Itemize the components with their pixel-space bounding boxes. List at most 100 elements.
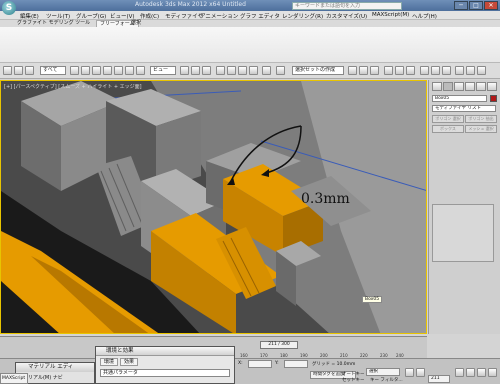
rendered-frame-window-icon[interactable] — [431, 66, 440, 75]
minimize-button[interactable]: ─ — [454, 1, 468, 10]
help-search-input[interactable]: キーワードまたは語句を入力 — [292, 2, 402, 10]
material-editor-title[interactable]: マテリアル エディ — [16, 363, 94, 372]
redo-icon[interactable] — [14, 66, 23, 75]
command-panel: Box05 モディファイヤ リスト ポリゴン 選択 ポリゴン 抽出 ボックス メ… — [428, 80, 500, 334]
menu-bar: 編集(E) ツール(T) グループ(G) ビュー(V) 作成(C) モディファイ… — [0, 11, 500, 20]
previous-frame-icon[interactable] — [416, 368, 425, 377]
window-title: Autodesk 3ds Max 2012 x64 Untitled — [135, 1, 246, 8]
ribbon-tabs: グラファイト モデリング ツール フリーフォーム 選択 — [0, 20, 500, 27]
undo-icon[interactable] — [3, 66, 12, 75]
time-slider[interactable]: 211 / 300 — [260, 341, 298, 349]
rectangle-selection-icon[interactable] — [92, 66, 101, 75]
key-filters-button[interactable]: キー フィルタ... — [370, 377, 403, 383]
layer-manager-icon[interactable] — [359, 66, 368, 75]
spinner-snap-icon[interactable] — [249, 66, 258, 75]
curve-editor-icon[interactable] — [384, 66, 393, 75]
object-name-field[interactable]: Box05 — [432, 95, 487, 102]
environment-effects-dialog[interactable]: 環境と効果 環境 効果 共通パラメータ — [95, 346, 235, 384]
render-iterative-icon[interactable] — [455, 66, 464, 75]
menu-tools[interactable]: ツール(T) — [46, 12, 70, 20]
menu-help[interactable]: ヘルプ(H) — [412, 12, 437, 20]
maximize-viewport-icon[interactable] — [488, 368, 497, 377]
environment-dialog-title[interactable]: 環境と効果 — [96, 347, 234, 356]
x-coord-field[interactable] — [248, 360, 272, 368]
goto-start-icon[interactable] — [405, 368, 414, 377]
menu-rendering[interactable]: レンダリング(R) — [282, 12, 323, 20]
angle-snap-icon[interactable] — [227, 66, 236, 75]
graphite-toggle-icon[interactable] — [370, 66, 379, 75]
hierarchy-tab-icon[interactable] — [454, 82, 464, 91]
menu-edit[interactable]: 編集(E) — [20, 12, 39, 20]
mod-button-mesh-select[interactable]: メッシュ 選択 — [465, 125, 497, 133]
align-icon[interactable] — [348, 66, 357, 75]
select-rotate-icon[interactable] — [125, 66, 134, 75]
menu-view[interactable]: ビュー(V) — [110, 12, 135, 20]
menu-graph-editors[interactable]: グラフ エディタ — [240, 12, 280, 20]
common-parameters-rollout[interactable]: 共通パラメータ — [100, 369, 230, 377]
link-icon[interactable] — [25, 66, 34, 75]
select-by-name-icon[interactable] — [81, 66, 90, 75]
menu-group[interactable]: グループ(G) — [76, 12, 106, 20]
mod-button-poly-select[interactable]: ポリゴン 選択 — [432, 115, 464, 123]
grid-size-label: グリッド = 10.0mm — [312, 362, 356, 367]
tab-graphite-modeling[interactable]: グラファイト モデリング ツール — [14, 20, 93, 27]
select-scale-icon[interactable] — [136, 66, 145, 75]
modifier-stack-rollout[interactable] — [432, 204, 494, 262]
perspective-viewport[interactable]: [+] [パースペクティブ] [スムーズ + ハイライト + エッジ面] 0.3… — [0, 80, 427, 334]
menu-customize[interactable]: カスタマイズ(U) — [326, 12, 367, 20]
title-bar — [0, 0, 500, 11]
ribbon-panel — [0, 27, 500, 63]
select-move-icon[interactable] — [114, 66, 123, 75]
snaps-toggle-icon[interactable] — [216, 66, 225, 75]
modify-tab-icon[interactable] — [443, 82, 453, 91]
render-environment-icon[interactable] — [477, 66, 486, 75]
app-logo-icon[interactable]: S — [2, 1, 16, 15]
pivot-center-icon[interactable] — [180, 66, 189, 75]
menu-create[interactable]: 作成(C) — [140, 12, 159, 20]
setkey-label[interactable]: セットキー — [342, 377, 365, 383]
percent-snap-icon[interactable] — [238, 66, 247, 75]
y-coord-label: Y: — [275, 361, 279, 366]
orbit-icon[interactable] — [477, 368, 486, 377]
maximize-button[interactable]: □ — [469, 1, 483, 10]
mirror-icon[interactable] — [276, 66, 285, 75]
current-frame-field[interactable]: 211 — [428, 375, 450, 383]
edit-named-selection-icon[interactable] — [262, 66, 271, 75]
render-setup-icon[interactable] — [420, 66, 429, 75]
material-editor-icon[interactable] — [406, 66, 415, 75]
y-coord-field[interactable] — [284, 360, 308, 368]
object-color-swatch[interactable] — [490, 95, 497, 102]
mod-button-poly-extract[interactable]: ポリゴン 抽出 — [465, 115, 497, 123]
menu-animation[interactable]: アニメーション — [200, 12, 238, 20]
reference-coordinate-dropdown[interactable]: ビュー — [150, 66, 176, 75]
main-toolbar: すべて ビュー 選択セットの作成 — [0, 63, 500, 79]
selection-filter-dropdown[interactable]: すべて — [40, 66, 66, 75]
selected-dropdown[interactable]: 選択 — [366, 368, 400, 376]
x-coord-label: X: — [238, 361, 243, 366]
window-crossing-icon[interactable] — [103, 66, 112, 75]
tab-selection[interactable]: 選択 — [128, 20, 144, 27]
zoom-icon[interactable] — [455, 368, 464, 377]
render-production-icon[interactable] — [442, 66, 451, 75]
select-manipulate-icon[interactable] — [191, 66, 200, 75]
select-object-icon[interactable] — [70, 66, 79, 75]
schematic-view-icon[interactable] — [395, 66, 404, 75]
menu-modifiers[interactable]: モディファイヤ — [165, 12, 203, 20]
active-shade-icon[interactable] — [466, 66, 475, 75]
tab-environment[interactable]: 環境 — [100, 358, 119, 366]
dimension-annotation: 0.3mm — [301, 191, 350, 207]
display-tab-icon[interactable] — [476, 82, 486, 91]
maxscript-listener[interactable]: MAXScript にようこそ — [0, 373, 28, 384]
viewport-label[interactable]: [+] [パースペクティブ] [スムーズ + ハイライト + エッジ面] — [4, 83, 142, 90]
mod-button-box[interactable]: ボックス — [432, 125, 464, 133]
close-button[interactable]: ✕ — [484, 1, 498, 10]
keyboard-shortcut-icon[interactable] — [202, 66, 211, 75]
motion-tab-icon[interactable] — [465, 82, 475, 91]
utilities-tab-icon[interactable] — [487, 82, 497, 91]
create-tab-icon[interactable] — [432, 82, 442, 91]
menu-maxscript[interactable]: MAXScript(M) — [372, 12, 409, 18]
named-selection-dropdown[interactable]: 選択セットの作成 — [292, 66, 344, 75]
tab-effects[interactable]: 効果 — [120, 358, 139, 366]
pan-icon[interactable] — [466, 368, 475, 377]
modifier-list-dropdown[interactable]: モディファイヤ リスト — [432, 105, 496, 112]
